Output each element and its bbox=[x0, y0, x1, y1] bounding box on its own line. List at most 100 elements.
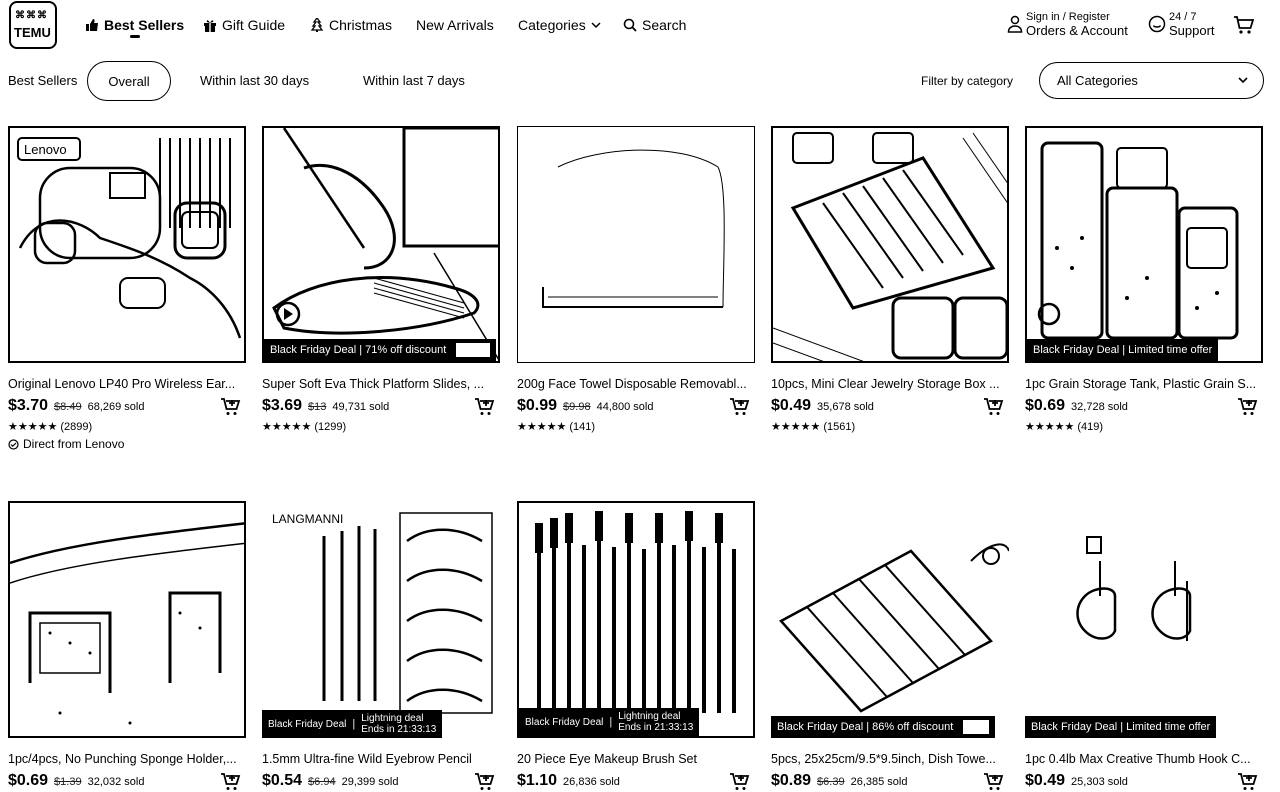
category-select[interactable]: All Categories bbox=[1039, 62, 1264, 99]
add-to-cart-icon[interactable] bbox=[983, 397, 1005, 417]
support-icon bbox=[1148, 15, 1166, 33]
review-count: (2899) bbox=[60, 420, 93, 433]
rating: ★★★★★ (419) bbox=[1025, 420, 1263, 434]
star-rating: ★★★★★ bbox=[771, 421, 821, 433]
product-title[interactable]: 200g Face Towel Disposable Removabl... bbox=[517, 377, 755, 391]
original-price: $6.39 bbox=[817, 776, 845, 788]
support-link[interactable]: 24 / 7 Support bbox=[1169, 11, 1215, 37]
product-card[interactable]: Black Friday Deal | 71% off discount Sup… bbox=[262, 126, 500, 433]
nav-gift-guide[interactable]: Gift Guide bbox=[203, 17, 285, 33]
product-card[interactable]: 1pc/4pcs, No Punching Sponge Holder,... … bbox=[8, 501, 246, 792]
face-towel-illustration bbox=[542, 149, 725, 308]
product-card[interactable]: Black Friday Deal | Limited time offer 1… bbox=[1025, 501, 1263, 792]
product-card[interactable]: Black Friday Deal | 86% off discount 5pc… bbox=[771, 501, 1009, 792]
original-price: $8.49 bbox=[54, 401, 82, 413]
add-to-cart-icon[interactable] bbox=[1237, 397, 1259, 417]
add-to-cart-icon[interactable] bbox=[729, 397, 751, 417]
product-image[interactable]: Black Friday Deal | Lightning deal Ends … bbox=[517, 501, 755, 738]
original-price: $9.98 bbox=[563, 401, 591, 413]
product-image[interactable]: Black Friday Deal | Limited time offer bbox=[1025, 501, 1263, 738]
product-title[interactable]: 5pcs, 25x25cm/9.5*9.5inch, Dish Towe... bbox=[771, 752, 1009, 766]
review-count: (1299) bbox=[314, 420, 347, 433]
tab-last-30-days[interactable]: Within last 30 days bbox=[200, 73, 309, 88]
product-card[interactable]: LANGMANNI Black Friday Deal | Lightning … bbox=[262, 501, 500, 792]
nav-categories[interactable]: Categories bbox=[518, 17, 601, 33]
eyebrow-pencil-illustration: LANGMANNI bbox=[272, 512, 493, 714]
add-to-cart-icon[interactable] bbox=[220, 397, 242, 417]
earbuds-illustration: Lenovo bbox=[17, 137, 242, 339]
product-card[interactable]: 10pcs, Mini Clear Jewelry Storage Box ..… bbox=[771, 126, 1009, 433]
sold-count: 32,728 sold bbox=[1071, 401, 1128, 413]
product-image[interactable]: LANGMANNI Black Friday Deal | Lightning … bbox=[262, 501, 500, 738]
sold-count: 26,836 sold bbox=[563, 776, 620, 788]
lightning-deal-badge: Black Friday Deal | Lightning deal Ends … bbox=[519, 708, 700, 736]
active-tab-indicator bbox=[130, 35, 140, 38]
nav-search[interactable]: Search bbox=[623, 17, 686, 33]
direct-from-brand: Direct from Lenovo bbox=[8, 437, 246, 451]
product-title[interactable]: Original Lenovo LP40 Pro Wireless Ear... bbox=[8, 377, 246, 391]
gift-icon bbox=[204, 20, 216, 32]
product-image[interactable]: Lenovo bbox=[8, 126, 246, 363]
add-to-cart-icon[interactable] bbox=[220, 772, 242, 792]
product-price: $0.49 bbox=[1025, 772, 1066, 789]
rating: ★★★★★ (1299) bbox=[262, 420, 500, 434]
product-price: $3.69 bbox=[262, 397, 303, 414]
christmas-tree-icon bbox=[310, 18, 324, 32]
product-image[interactable] bbox=[517, 126, 755, 363]
add-to-cart-icon[interactable] bbox=[474, 772, 496, 792]
product-card[interactable]: Black Friday Deal | Lightning deal Ends … bbox=[517, 501, 755, 792]
product-price: $3.70 bbox=[8, 397, 49, 414]
tab-last-7-days[interactable]: Within last 7 days bbox=[363, 73, 465, 88]
product-title[interactable]: 1pc Grain Storage Tank, Plastic Grain S.… bbox=[1025, 377, 1263, 391]
nav-christmas[interactable]: Christmas bbox=[310, 17, 392, 33]
product-image[interactable]: Black Friday Deal | 71% off discount bbox=[262, 126, 500, 363]
tab-overall[interactable]: Overall bbox=[87, 61, 171, 101]
jewelry-box-illustration bbox=[773, 128, 1007, 361]
product-title[interactable]: 10pcs, Mini Clear Jewelry Storage Box ..… bbox=[771, 377, 1009, 391]
product-price: $0.54 bbox=[262, 772, 303, 789]
original-price: $13 bbox=[308, 401, 327, 413]
product-price: $0.69 bbox=[1025, 397, 1066, 414]
star-rating: ★★★★★ bbox=[517, 421, 567, 433]
product-title[interactable]: 1pc/4pcs, No Punching Sponge Holder,... bbox=[8, 752, 246, 766]
rating: ★★★★★ (1561) bbox=[771, 420, 1009, 434]
sold-count: 44,800 sold bbox=[596, 401, 654, 413]
sold-count: 35,678 sold bbox=[817, 401, 874, 413]
account-menu[interactable]: Sign in / Register Orders & Account bbox=[1026, 11, 1128, 37]
star-rating: ★★★★★ bbox=[262, 421, 312, 433]
product-image[interactable]: Black Friday Deal | 86% off discount bbox=[771, 501, 1009, 738]
add-to-cart-icon[interactable] bbox=[729, 772, 751, 792]
grain-storage-illustration bbox=[1037, 141, 1239, 340]
check-circle-icon bbox=[8, 438, 19, 450]
product-image[interactable] bbox=[8, 501, 246, 738]
nav-best-sellers[interactable]: Best Sellers bbox=[85, 17, 184, 33]
add-to-cart-icon[interactable] bbox=[474, 397, 496, 417]
product-image[interactable]: Black Friday Deal | Limited time offer bbox=[1025, 126, 1263, 363]
slides-illustration bbox=[272, 128, 498, 360]
product-title[interactable]: 1.5mm Ultra-fine Wild Eyebrow Pencil bbox=[262, 752, 500, 766]
user-icon bbox=[1007, 15, 1023, 33]
product-title[interactable]: 20 Piece Eye Makeup Brush Set bbox=[517, 752, 755, 766]
filter-by-category-label: Filter by category bbox=[921, 74, 1014, 88]
thumbs-up-icon bbox=[86, 19, 98, 31]
product-card[interactable]: Black Friday Deal | Limited time offer 1… bbox=[1025, 126, 1263, 433]
promo-badge: Black Friday Deal | 71% off discount bbox=[264, 339, 497, 361]
product-card[interactable]: 200g Face Towel Disposable Removabl... $… bbox=[517, 126, 755, 433]
sold-count: 49,731 sold bbox=[332, 401, 390, 413]
add-to-cart-icon[interactable] bbox=[983, 772, 1005, 792]
add-to-cart-icon[interactable] bbox=[1237, 772, 1259, 792]
product-price: $0.89 bbox=[771, 772, 812, 789]
product-card[interactable]: Lenovo Original Lenovo LP40 Pro Wireless… bbox=[8, 126, 246, 451]
original-price: $6.94 bbox=[308, 776, 336, 788]
product-image[interactable] bbox=[771, 126, 1009, 363]
temu-logo[interactable]: ⌘⌘⌘ TEMU bbox=[9, 1, 57, 49]
nav-new-arrivals[interactable]: New Arrivals bbox=[416, 17, 494, 33]
product-title[interactable]: Super Soft Eva Thick Platform Slides, ..… bbox=[262, 377, 500, 391]
original-price: $1.39 bbox=[54, 776, 82, 788]
chevron-down-icon bbox=[1238, 77, 1248, 84]
cart-icon[interactable] bbox=[1233, 14, 1255, 36]
review-count: (1561) bbox=[823, 420, 856, 433]
product-title[interactable]: 1pc 0.4lb Max Creative Thumb Hook C... bbox=[1025, 752, 1263, 766]
star-rating: ★★★★★ bbox=[1025, 421, 1075, 433]
product-price: $1.10 bbox=[517, 772, 558, 789]
